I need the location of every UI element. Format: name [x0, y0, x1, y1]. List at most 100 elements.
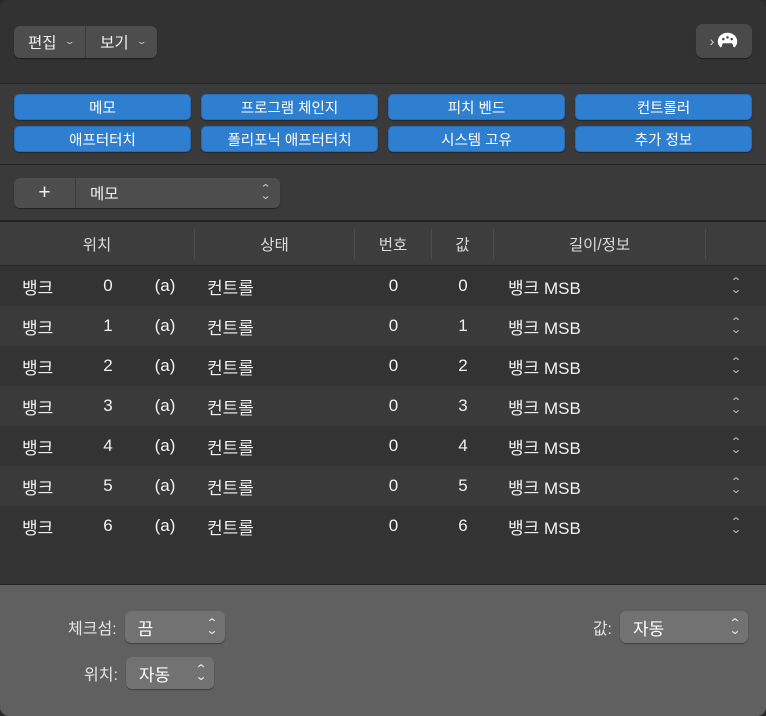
value-select-value: 자동 — [633, 619, 665, 639]
stepper-down-icon: ⌄ — [729, 482, 743, 496]
column-header-position[interactable]: 위치 — [0, 228, 195, 259]
view-menu-button[interactable]: 보기 ⌄ — [85, 25, 158, 58]
cell-number[interactable]: 0 — [355, 426, 432, 466]
cell-value[interactable]: 0 — [432, 266, 494, 306]
stepper-icon: ⌃ ⌄ — [730, 276, 742, 296]
row-stepper-button[interactable]: ⌃ ⌄ — [706, 306, 766, 346]
event-button-meta-event[interactable]: 추가 정보 — [575, 126, 752, 152]
row-stepper-button[interactable]: ⌃ ⌄ — [706, 426, 766, 466]
inspector-footer: 체크섬: 끔 ⌃ ⌄ 위치: 자동 ⌃ ⌄ 값: 자동 ⌃ ⌄ — [0, 584, 766, 716]
table-row[interactable]: 뱅크 3 (a) 컨트롤 0 3 뱅크 MSB ⌃ ⌄ — [0, 386, 766, 426]
cell-length-info[interactable]: 뱅크 MSB — [494, 426, 706, 466]
event-type-button-panel: 메모 프로그램 체인지 피치 벤드 컨트롤러 애프터터치 폴리포닉 애프터터치 … — [0, 84, 766, 165]
edit-menu-button[interactable]: 편집 ⌄ — [14, 25, 86, 58]
cell-position-bank: 뱅크 — [22, 518, 54, 538]
cell-status[interactable]: 컨트롤 — [195, 346, 355, 386]
column-header-value[interactable]: 값 — [432, 228, 494, 259]
event-button-row-2: 애프터터치 폴리포닉 애프터터치 시스템 고유 추가 정보 — [14, 126, 752, 152]
cell-position[interactable]: 뱅크 6 (a) — [0, 506, 195, 546]
cell-position[interactable]: 뱅크 5 (a) — [0, 466, 195, 506]
table-row[interactable]: 뱅크 5 (a) 컨트롤 0 5 뱅크 MSB ⌃ ⌄ — [0, 466, 766, 506]
row-stepper-button[interactable]: ⌃ ⌄ — [706, 466, 766, 506]
cell-length-info[interactable]: 뱅크 MSB — [494, 306, 706, 346]
stepper-icon: ⌃ ⌄ — [730, 316, 742, 336]
stepper-icon: ⌃ ⌄ — [729, 396, 743, 416]
event-button-note[interactable]: 메모 — [14, 94, 191, 120]
cell-length-info[interactable]: 뱅크 MSB — [494, 466, 706, 506]
cell-number[interactable]: 0 — [355, 506, 432, 546]
cell-value[interactable]: 1 — [432, 306, 494, 346]
stepper-icon: ⌃ ⌄ — [205, 616, 218, 636]
cell-length-info[interactable]: 뱅크 MSB — [494, 386, 706, 426]
cell-position[interactable]: 뱅크 0 (a) — [0, 266, 195, 306]
cell-status[interactable]: 컨트롤 — [195, 386, 355, 426]
position-field-group: 위치: 자동 ⌃ ⌄ — [84, 657, 214, 689]
stepper-icon: ⌃ ⌄ — [729, 436, 743, 456]
stepper-icon: ⌃ ⌄ — [729, 616, 742, 636]
cell-position-bank: 뱅크 — [22, 478, 54, 498]
cell-value[interactable]: 2 — [432, 346, 494, 386]
palette-toggle-button[interactable]: › — [696, 24, 752, 58]
column-header-number[interactable]: 번호 — [355, 228, 432, 259]
column-header-length-info[interactable]: 길이/정보 — [494, 228, 706, 259]
row-stepper-button[interactable]: ⌃ ⌄ — [706, 346, 766, 386]
position-select-value: 자동 — [138, 665, 171, 685]
cell-status[interactable]: 컨트롤 — [195, 506, 355, 546]
event-button-pitch-bend[interactable]: 피치 벤드 — [388, 94, 565, 120]
position-select[interactable]: 자동 ⌃ ⌄ — [125, 657, 214, 689]
cell-position-index: 4 — [103, 436, 113, 455]
cell-number[interactable]: 0 — [355, 266, 432, 306]
cell-number[interactable]: 0 — [355, 466, 432, 506]
cell-value[interactable]: 4 — [432, 426, 494, 466]
cell-status[interactable]: 컨트롤 — [195, 306, 355, 346]
stepper-down-icon: ⌄ — [729, 442, 743, 456]
value-select[interactable]: 자동 ⌃ ⌄ — [620, 611, 748, 643]
event-button-poly-aftertouch[interactable]: 폴리포닉 애프터터치 — [201, 126, 378, 152]
checksum-field-group: 체크섬: 끔 ⌃ ⌄ — [68, 611, 225, 643]
table-row[interactable]: 뱅크 6 (a) 컨트롤 0 6 뱅크 MSB ⌃ ⌄ — [0, 506, 766, 546]
event-button-controller[interactable]: 컨트롤러 — [575, 94, 752, 120]
event-button-aftertouch[interactable]: 애프터터치 — [14, 126, 191, 152]
cell-position-paren: (a) — [154, 516, 176, 535]
cell-position[interactable]: 뱅크 1 (a) — [0, 306, 195, 346]
cell-position[interactable]: 뱅크 4 (a) — [0, 426, 195, 466]
table-row[interactable]: 뱅크 0 (a) 컨트롤 0 0 뱅크 MSB ⌃ ⌄ — [0, 266, 766, 306]
cell-position[interactable]: 뱅크 3 (a) — [0, 386, 195, 426]
cell-position-paren: (a) — [154, 436, 176, 455]
add-button[interactable]: + — [14, 177, 76, 208]
cell-position-index: 2 — [103, 356, 113, 375]
row-stepper-button[interactable]: ⌃ ⌄ — [706, 386, 766, 426]
cell-value[interactable]: 6 — [432, 506, 494, 546]
row-stepper-button[interactable]: ⌃ ⌄ — [706, 266, 766, 306]
cell-position-paren: (a) — [154, 276, 176, 295]
cell-position-paren: (a) — [154, 396, 176, 415]
cell-value[interactable]: 3 — [432, 386, 494, 426]
cell-status[interactable]: 컨트롤 — [195, 266, 355, 306]
event-type-select[interactable]: 메모 ⌃ ⌄ — [76, 177, 280, 208]
event-button-row-1: 메모 프로그램 체인지 피치 벤드 컨트롤러 — [14, 94, 752, 120]
table-row[interactable]: 뱅크 4 (a) 컨트롤 0 4 뱅크 MSB ⌃ ⌄ — [0, 426, 766, 466]
checksum-label: 체크섬: — [68, 621, 117, 638]
cell-status[interactable]: 컨트롤 — [195, 426, 355, 466]
cell-position-paren: (a) — [154, 356, 176, 375]
cell-position-bank: 뱅크 — [22, 318, 54, 338]
column-header-status[interactable]: 상태 — [195, 228, 355, 259]
table-row[interactable]: 뱅크 2 (a) 컨트롤 0 2 뱅크 MSB ⌃ ⌄ — [0, 346, 766, 386]
row-stepper-button[interactable]: ⌃ ⌄ — [706, 506, 766, 546]
event-button-sysex[interactable]: 시스템 고유 — [388, 126, 565, 152]
cell-position[interactable]: 뱅크 2 (a) — [0, 346, 195, 386]
cell-value[interactable]: 5 — [432, 466, 494, 506]
cell-number[interactable]: 0 — [355, 346, 432, 386]
event-button-program-change[interactable]: 프로그램 체인지 — [201, 94, 378, 120]
cell-length-info[interactable]: 뱅크 MSB — [494, 346, 706, 386]
cell-number[interactable]: 0 — [355, 386, 432, 426]
table-header-row: 위치 상태 번호 값 길이/정보 — [0, 222, 766, 266]
cell-status[interactable]: 컨트롤 — [195, 466, 355, 506]
stepper-icon: ⌃ ⌄ — [260, 183, 272, 201]
stepper-down-icon: ⌄ — [729, 402, 743, 416]
cell-length-info[interactable]: 뱅크 MSB — [494, 506, 706, 546]
cell-length-info[interactable]: 뱅크 MSB — [494, 266, 706, 306]
cell-number[interactable]: 0 — [355, 306, 432, 346]
table-row[interactable]: 뱅크 1 (a) 컨트롤 0 1 뱅크 MSB ⌃ ⌄ — [0, 306, 766, 346]
checksum-select[interactable]: 끔 ⌃ ⌄ — [124, 611, 225, 643]
